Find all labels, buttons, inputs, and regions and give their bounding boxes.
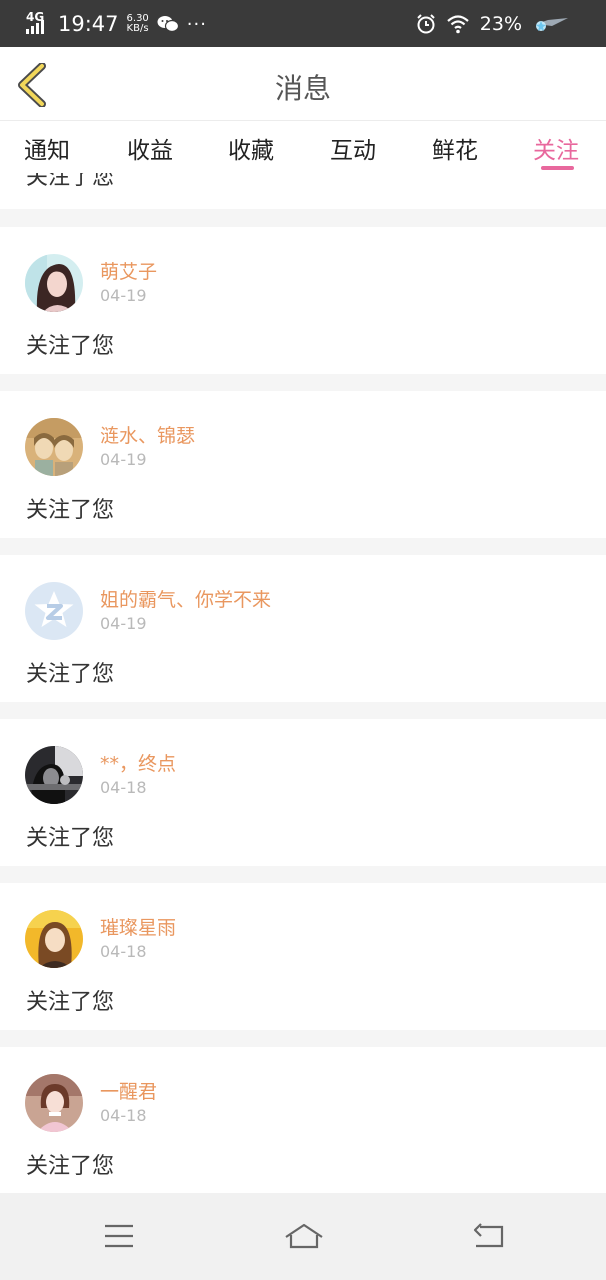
list-item[interactable]: 姐的霸气、你学不来 04-19 关注了您 bbox=[0, 555, 606, 702]
follow-date: 04-18 bbox=[100, 778, 147, 797]
tab-notifications[interactable]: 通知 bbox=[24, 131, 70, 165]
avatar[interactable] bbox=[25, 746, 83, 804]
follow-date: 04-19 bbox=[100, 286, 147, 305]
header: 消息 bbox=[0, 47, 606, 121]
message-text: 关注了您 bbox=[26, 990, 115, 1015]
follower-name[interactable]: 一醒君 bbox=[100, 1077, 157, 1104]
battery-level: 23% bbox=[479, 13, 522, 35]
home-icon[interactable] bbox=[284, 1223, 324, 1249]
tab-interactions[interactable]: 互动 bbox=[330, 131, 376, 165]
list-item[interactable]: 涟水、锦瑟 04-19 关注了您 bbox=[0, 391, 606, 538]
follower-name[interactable]: 姐的霸气、你学不来 bbox=[100, 585, 271, 612]
follower-name[interactable]: 璀璨星雨 bbox=[100, 913, 176, 940]
battery-icon bbox=[536, 18, 568, 31]
message-text: 关注了您 bbox=[26, 173, 115, 190]
list-item[interactable]: 一醒君 04-18 关注了您 bbox=[0, 1047, 606, 1194]
message-text: 关注了您 bbox=[26, 826, 115, 851]
avatar[interactable] bbox=[25, 1074, 83, 1132]
avatar[interactable] bbox=[25, 582, 83, 640]
network-speed: 6.30 KB/s bbox=[126, 13, 149, 34]
tab-follows[interactable]: 关注 bbox=[533, 131, 579, 165]
tab-flowers[interactable]: 鲜花 bbox=[432, 131, 478, 165]
follower-name[interactable]: 萌艾子 bbox=[100, 257, 157, 284]
follower-name[interactable]: **，终点 bbox=[100, 749, 176, 776]
follow-date: 04-18 bbox=[100, 942, 147, 961]
wechat-icon bbox=[157, 16, 179, 33]
avatar[interactable] bbox=[25, 418, 83, 476]
list-item-partial[interactable]: 关注了您 bbox=[0, 173, 606, 209]
list-item[interactable]: **，终点 04-18 关注了您 bbox=[0, 719, 606, 866]
list-item[interactable]: 璀璨星雨 04-18 关注了您 bbox=[0, 883, 606, 1030]
message-text: 关注了您 bbox=[26, 662, 115, 687]
system-navigation-bar bbox=[0, 1193, 606, 1280]
alarm-icon bbox=[417, 14, 435, 34]
tab-earnings[interactable]: 收益 bbox=[127, 131, 173, 165]
message-text: 关注了您 bbox=[26, 334, 115, 359]
follow-date: 04-19 bbox=[100, 450, 147, 469]
tab-favorites[interactable]: 收藏 bbox=[228, 131, 274, 165]
page-title: 消息 bbox=[274, 72, 331, 105]
wifi-icon bbox=[447, 15, 469, 34]
message-text: 关注了您 bbox=[26, 498, 115, 523]
list-item[interactable]: 萌艾子 04-19 关注了您 bbox=[0, 227, 606, 374]
active-tab-indicator bbox=[541, 166, 574, 170]
follow-date: 04-19 bbox=[100, 614, 147, 633]
follow-date: 04-18 bbox=[100, 1106, 147, 1125]
clock: 19:47 bbox=[58, 12, 119, 36]
return-icon[interactable] bbox=[472, 1223, 504, 1249]
tab-bar: 通知 收益 收藏 互动 鲜花 关注 bbox=[0, 121, 606, 173]
signal-4g-icon: 4G bbox=[26, 10, 50, 36]
avatar[interactable] bbox=[25, 910, 83, 968]
message-text: 关注了您 bbox=[26, 1154, 115, 1179]
status-bar: 4G 19:47 6.30 KB/s ··· 23% bbox=[0, 0, 606, 47]
more-notifications-icon: ··· bbox=[186, 13, 207, 35]
menu-icon[interactable] bbox=[104, 1223, 134, 1249]
follower-name[interactable]: 涟水、锦瑟 bbox=[100, 421, 195, 448]
avatar[interactable] bbox=[25, 254, 83, 312]
